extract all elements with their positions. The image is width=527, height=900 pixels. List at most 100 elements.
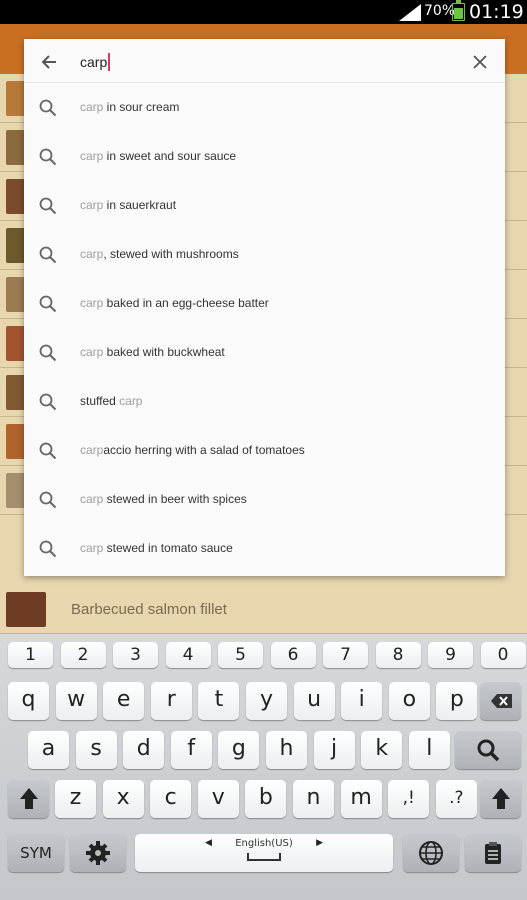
key-s[interactable]: s bbox=[75, 731, 117, 769]
suggestion-query-match: carp bbox=[80, 149, 104, 163]
suggestion-item[interactable]: carp baked in an egg-cheese batter bbox=[24, 279, 505, 328]
key-y[interactable]: y bbox=[246, 682, 287, 720]
key-p[interactable]: p bbox=[436, 682, 478, 720]
key-a[interactable]: a bbox=[28, 731, 69, 769]
key-k[interactable]: k bbox=[361, 731, 403, 769]
suggestion-text: carp in sour cream bbox=[80, 100, 179, 114]
clock: 01:19 bbox=[469, 1, 524, 23]
key-e[interactable]: e bbox=[103, 682, 145, 720]
suggestion-text: carp stewed in beer with spices bbox=[80, 492, 247, 506]
number-key-1[interactable]: 1 bbox=[8, 642, 53, 668]
suggestion-text: carp in sauerkraut bbox=[80, 198, 176, 212]
key-v[interactable]: v bbox=[197, 780, 239, 818]
search-icon bbox=[39, 246, 57, 264]
suggestion-query-match: carp bbox=[80, 247, 104, 261]
suggestion-text: carp in sweet and sour sauce bbox=[80, 149, 236, 163]
search-key[interactable] bbox=[455, 731, 521, 769]
key-q[interactable]: q bbox=[8, 682, 49, 720]
number-key-4[interactable]: 4 bbox=[165, 642, 211, 668]
backspace-key[interactable] bbox=[480, 682, 521, 720]
suggestion-item[interactable]: carp in sauerkraut bbox=[24, 181, 505, 230]
suggestion-completion: in sauerkraut bbox=[103, 198, 177, 212]
key-i[interactable]: i bbox=[341, 682, 383, 720]
key-b[interactable]: b bbox=[245, 780, 287, 818]
suggestion-text: carp baked in an egg-cheese batter bbox=[80, 296, 269, 310]
suggestion-query-match: carp bbox=[80, 443, 104, 457]
suggestion-query-match: carp bbox=[80, 198, 104, 212]
key-z[interactable]: z bbox=[55, 780, 96, 818]
key-n[interactable]: n bbox=[293, 780, 334, 818]
recipe-thumbnail bbox=[6, 592, 46, 627]
list-item[interactable]: Barbecued salmon fillet bbox=[0, 585, 527, 634]
number-key-6[interactable]: 6 bbox=[270, 642, 316, 668]
key-period[interactable]: .? bbox=[435, 780, 477, 818]
key-w[interactable]: w bbox=[55, 682, 97, 720]
suggestion-completion: accio herring with a salad of tomatoes bbox=[103, 443, 305, 457]
number-key-9[interactable]: 9 bbox=[428, 642, 473, 668]
number-key-5[interactable]: 5 bbox=[218, 642, 263, 668]
number-key-2[interactable]: 2 bbox=[60, 642, 106, 668]
key-d[interactable]: d bbox=[123, 731, 165, 769]
key-t[interactable]: t bbox=[198, 682, 240, 720]
suggestion-item[interactable]: carpaccio herring with a salad of tomato… bbox=[24, 426, 505, 475]
back-arrow-icon[interactable] bbox=[34, 47, 64, 77]
search-icon bbox=[39, 197, 57, 215]
suggestion-completion: in sweet and sour sauce bbox=[103, 149, 237, 163]
shift-key-right[interactable] bbox=[480, 780, 521, 818]
suggestion-item[interactable]: carp baked with buckwheat bbox=[24, 328, 505, 377]
key-m[interactable]: m bbox=[340, 780, 382, 818]
battery-percent: 70% bbox=[424, 3, 456, 19]
clipboard-key[interactable] bbox=[465, 834, 521, 872]
suggestion-prefix: stuffed bbox=[80, 394, 120, 408]
recipe-title: Barbecued salmon fillet bbox=[71, 601, 227, 618]
suggestion-text: stuffed carp bbox=[80, 394, 142, 408]
key-l[interactable]: l bbox=[408, 731, 450, 769]
number-key-7[interactable]: 7 bbox=[323, 642, 368, 668]
key-x[interactable]: x bbox=[102, 780, 144, 818]
search-icon bbox=[39, 442, 57, 460]
key-o[interactable]: o bbox=[388, 682, 430, 720]
search-input[interactable] bbox=[80, 49, 460, 75]
key-j[interactable]: j bbox=[313, 731, 355, 769]
keyboard-language-label: English(US) bbox=[235, 838, 293, 849]
suggestion-query-match: carp bbox=[80, 296, 104, 310]
number-key-0[interactable]: 0 bbox=[480, 642, 526, 668]
suggestion-item[interactable]: carp in sour cream bbox=[24, 83, 505, 132]
suggestion-query-match: carp bbox=[80, 541, 104, 555]
search-icon bbox=[39, 540, 57, 558]
battery-icon bbox=[452, 0, 465, 21]
suggestion-text: carp, stewed with mushrooms bbox=[80, 247, 239, 261]
key-h[interactable]: h bbox=[266, 731, 307, 769]
search-icon bbox=[39, 99, 57, 117]
sym-key[interactable]: SYM bbox=[8, 834, 64, 872]
close-icon[interactable] bbox=[465, 47, 495, 77]
search-suggestions-panel: carp in sour creamcarp in sweet and sour… bbox=[24, 39, 505, 576]
suggestion-completion: baked with buckwheat bbox=[103, 345, 225, 359]
shift-key-left[interactable] bbox=[8, 780, 49, 818]
key-r[interactable]: r bbox=[150, 682, 192, 720]
key-c[interactable]: c bbox=[150, 780, 192, 818]
number-key-3[interactable]: 3 bbox=[113, 642, 158, 668]
suggestion-text: carp baked with buckwheat bbox=[80, 345, 225, 359]
number-key-8[interactable]: 8 bbox=[375, 642, 421, 668]
suggestion-query-match: carp bbox=[119, 394, 143, 408]
key-u[interactable]: u bbox=[293, 682, 335, 720]
suggestion-item[interactable]: stuffed carp bbox=[24, 377, 505, 426]
globe-key[interactable] bbox=[403, 834, 459, 872]
space-key[interactable]: ◀ English(US) ▶ bbox=[135, 834, 393, 872]
suggestion-item[interactable]: carp, stewed with mushrooms bbox=[24, 230, 505, 279]
key-comma[interactable]: ,! bbox=[388, 780, 430, 818]
settings-key[interactable] bbox=[70, 834, 126, 872]
suggestion-completion: in sour cream bbox=[103, 100, 180, 114]
search-icon bbox=[39, 148, 57, 166]
suggestion-query-match: carp bbox=[80, 100, 104, 114]
signal-icon bbox=[399, 4, 421, 21]
suggestion-item[interactable]: carp stewed in tomato sauce bbox=[24, 524, 505, 573]
suggestion-item[interactable]: carp in sweet and sour sauce bbox=[24, 132, 505, 181]
key-f[interactable]: f bbox=[170, 731, 212, 769]
suggestion-query-match: carp bbox=[80, 492, 104, 506]
key-g[interactable]: g bbox=[218, 731, 260, 769]
suggestion-item[interactable]: carp stewed in beer with spices bbox=[24, 475, 505, 524]
search-bar bbox=[24, 39, 505, 83]
suggestion-completion: , stewed with mushrooms bbox=[103, 247, 239, 261]
